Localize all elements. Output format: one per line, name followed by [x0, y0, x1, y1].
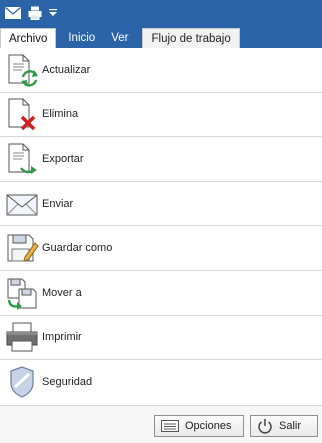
menu-item-label: Guardar como — [42, 242, 113, 255]
shield-icon — [4, 364, 40, 400]
tab-ver[interactable]: Ver — [103, 28, 136, 48]
options-button-label: Opciones — [185, 420, 232, 432]
options-button[interactable]: Opciones — [154, 415, 244, 437]
tab-archivo[interactable]: Archivo — [0, 28, 57, 48]
menu-item-label: Enviar — [42, 197, 74, 210]
menu-item-actualizar[interactable]: Actualizar — [0, 48, 322, 93]
menu-item-label: Seguridad — [42, 376, 93, 389]
envelope-icon[interactable] — [4, 4, 22, 22]
document-export-icon — [4, 141, 40, 177]
document-delete-icon — [4, 96, 40, 132]
move-to-icon — [4, 275, 40, 311]
dropdown-arrow-icon[interactable] — [48, 4, 58, 22]
power-icon — [257, 418, 273, 434]
menu-item-label: Exportar — [42, 152, 84, 165]
options-icon — [161, 420, 179, 432]
menu-item-label: Elimina — [42, 108, 79, 121]
menu-item-elimina[interactable]: Elimina — [0, 93, 322, 138]
menu-item-imprimir[interactable]: Imprimir — [0, 316, 322, 361]
exit-button-label: Salir — [279, 420, 302, 432]
menu-item-label: Imprimir — [42, 331, 82, 344]
printer-icon[interactable] — [26, 4, 44, 22]
quick-access-toolbar — [4, 3, 58, 23]
exit-button[interactable]: Salir — [250, 415, 318, 437]
menu-item-seguridad[interactable]: Seguridad — [0, 360, 322, 405]
menu-item-label: Mover a — [42, 286, 82, 299]
menu-item-guardar-como[interactable]: Guardar como — [0, 226, 322, 271]
menu-item-enviar[interactable]: Enviar — [0, 182, 322, 227]
file-menu: Actualizar Elimina Exportar Enviar Guard… — [0, 48, 322, 405]
save-as-icon — [4, 230, 40, 266]
document-refresh-icon — [4, 52, 40, 88]
menu-item-mover-a[interactable]: Mover a — [0, 271, 322, 316]
tab-flujo-de-trabajo[interactable]: Flujo de trabajo — [142, 28, 240, 48]
tab-inicio[interactable]: Inicio — [60, 28, 103, 48]
footer-bar: Opciones Salir — [0, 405, 322, 443]
ribbon-tabs: Archivo Inicio Ver Flujo de trabajo — [0, 28, 240, 48]
envelope-icon — [4, 186, 40, 222]
ribbon-header: Archivo Inicio Ver Flujo de trabajo — [0, 0, 322, 48]
menu-item-label: Actualizar — [42, 63, 91, 76]
menu-item-exportar[interactable]: Exportar — [0, 137, 322, 182]
printer-icon — [4, 319, 40, 355]
